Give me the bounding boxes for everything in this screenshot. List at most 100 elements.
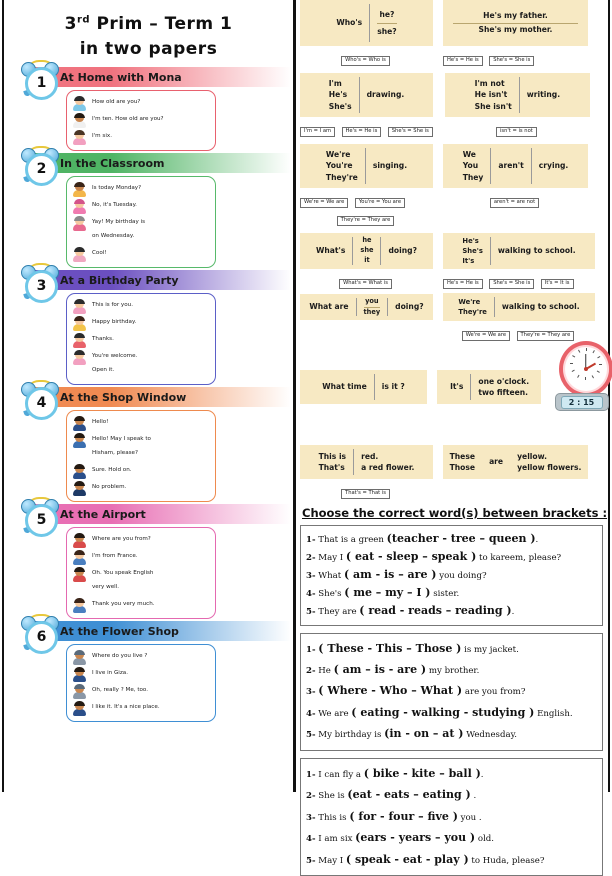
note-were: We're = We are: [300, 198, 348, 208]
gb13-notes: That's = That is: [300, 481, 433, 499]
gb4-notes: isn't = is not: [445, 119, 590, 137]
dialogue-text: Where are you from?: [92, 534, 151, 544]
exercise-item[interactable]: 2- He ( am – is - are ) my brother.: [306, 659, 597, 680]
gb3-stack: I'm He's She's: [322, 78, 359, 112]
exercise-item-suffix: Wednesday.: [463, 730, 517, 740]
title-term: Prim – Term 1: [90, 14, 232, 34]
gb13-red: red.: [361, 451, 414, 462]
gb2-line1: He's my father.: [453, 10, 578, 24]
grammar-box-this-that: This is That's red. a red flower.: [300, 445, 433, 479]
exercise-item[interactable]: 2- May I ( eat - sleep – speak ) to kare…: [306, 548, 597, 566]
dialogue-text: I'm six.: [92, 131, 112, 141]
dialogue-line: Thanks.: [72, 334, 209, 348]
exercise-item-number: 1-: [306, 645, 316, 655]
dialogue-text: Thanks.: [92, 334, 114, 344]
exercise-item[interactable]: 5- My birthday is (in - on – at ) Wednes…: [306, 723, 597, 744]
exercise-item[interactable]: 1- I can fly a ( bike - kite – ball ).: [306, 763, 597, 784]
grammar-group-drawing: I'm He's She's drawing. I'm = I am He's …: [300, 73, 435, 137]
exercise-item-suffix: are you from?: [462, 687, 525, 697]
dialogue-line: I live in Giza.: [72, 668, 209, 682]
exercise-item-suffix: to Huda, please?: [469, 856, 545, 866]
exercise-item[interactable]: 5- They are ( read - reads – reading ).: [306, 602, 597, 620]
speaker-avatar-icon: [72, 365, 87, 379]
gb7-verb: doing?: [381, 245, 424, 256]
exercise-item-choices[interactable]: ( eating - walking - studying ): [351, 706, 534, 719]
dialogue-sections: 1At Home with MonaHow old are you?I'm te…: [6, 67, 291, 722]
gb8-hes: He's: [462, 236, 482, 246]
exercise-item-choices[interactable]: ( These - This – Those ): [318, 642, 461, 655]
exercise-item-choices[interactable]: ( am - is – are ): [344, 568, 437, 581]
exercise-heading: Choose the correct word(s) between brack…: [302, 506, 608, 520]
exercise-item[interactable]: 3- This is ( for - four – five ) you .: [306, 806, 597, 827]
gb4-she-isnt: She isn't: [475, 101, 512, 112]
dialogue-text: You're welcome.: [92, 351, 137, 361]
exercise-item-choices[interactable]: ( am – is - are ): [334, 663, 427, 676]
exercise-item[interactable]: 5- May I ( speak - eat - play ) to Huda,…: [306, 849, 597, 870]
dialogue-line: Hisham, please?: [72, 448, 209, 462]
dialogue-text: Hisham, please?: [92, 448, 138, 458]
dialogue-text: Hello! May I speak to: [92, 434, 151, 444]
speaker-avatar-icon: [72, 183, 87, 197]
gb9-you: you: [364, 297, 381, 307]
exercise-item[interactable]: 3- ( Where - Who – What ) are you from?: [306, 680, 597, 701]
exercise-item-choices[interactable]: ( Where - Who – What ): [318, 684, 462, 697]
exercise-item-choices[interactable]: ( me – my – I ): [344, 586, 430, 599]
exercise-item-suffix: .: [471, 791, 476, 801]
dialogue-line: Is today Monday?: [72, 183, 209, 197]
gb5-youre: You're: [326, 160, 358, 171]
grammar-group-whats-doing: What's he she it doing? What's = What is…: [300, 233, 433, 320]
exercise-item[interactable]: 1- That is a green (teacher - tree – que…: [306, 530, 597, 548]
grammar-row-time: What time is it ? It's one o'clock. two …: [300, 351, 608, 423]
gb4-verb: writing.: [520, 89, 567, 100]
exercise-item[interactable]: 4- She's ( me – my – I ) sister.: [306, 584, 597, 602]
digital-clock-icon: 2 : 15: [555, 393, 609, 411]
dialogue-line: Sure. Hold on.: [72, 465, 209, 479]
exercise-item-choices[interactable]: (in - on – at ): [384, 727, 463, 740]
exercise-item[interactable]: 3- What ( am - is – are ) you doing?: [306, 566, 597, 584]
exercise-item-choices[interactable]: ( bike - kite – ball ): [364, 767, 481, 780]
grammar-group-father-mother: He's my father. She's my mother. He's = …: [443, 0, 588, 66]
alarm-clock-icon: 6: [20, 615, 60, 649]
dialogue-line: Open it.: [72, 365, 209, 379]
dialogue-section-2: 2In the ClassroomIs today Monday?No, it'…: [6, 153, 291, 268]
exercise-item[interactable]: 4- I am six (ears - years – you ) old.: [306, 827, 597, 848]
exercise-item-number: 4-: [306, 834, 316, 844]
grammar-box-singing: We're You're They're singing.: [300, 144, 433, 188]
grammar-row-2: I'm He's She's drawing. I'm = I am He's …: [300, 73, 608, 137]
dialogue-text: on Wednesday.: [92, 231, 134, 241]
dialogue-line: Oh, really ? Me, too.: [72, 685, 209, 699]
gb6-stack: We You They: [456, 149, 491, 183]
exercise-item[interactable]: 4- We are ( eating - walking - studying …: [306, 702, 597, 723]
exercise-item-choices[interactable]: ( read - reads – reading ): [359, 604, 511, 617]
exercise-item[interactable]: 2- She is (eat - eats – eating ) .: [306, 784, 597, 805]
exercise-item-choices[interactable]: (teacher - tree – queen ): [387, 532, 536, 545]
exercise-item-choices[interactable]: ( eat - sleep – speak ): [346, 550, 476, 563]
exercise-item-number: 2-: [306, 553, 316, 563]
exercise-item-choices[interactable]: ( speak - eat - play ): [346, 853, 469, 866]
gb13-right-stack: red. a red flower.: [354, 451, 421, 474]
dialogue-line: I'm from France.: [72, 551, 209, 565]
gb13-this-is: This is: [319, 451, 346, 462]
gb1-she: she?: [377, 23, 396, 37]
gb14-yellow-flowers: yellow flowers.: [517, 462, 581, 473]
right-column: Who's he? she? Who's = Who is He's my fa…: [300, 0, 608, 792]
speaker-avatar-icon: [72, 534, 87, 548]
exercise-item[interactable]: 1- ( These - This – Those ) is my jacket…: [306, 638, 597, 659]
dialogue-section-4: 4At the Shop WindowHello!Hello! May I sp…: [6, 387, 291, 502]
dialogue-text: Where do you live ?: [92, 651, 147, 661]
section-header-5: 5At the Airport: [6, 504, 291, 524]
dialogue-line: very well.: [72, 582, 209, 596]
exercise-item-number: 4-: [306, 589, 316, 599]
note-its: It's = It is: [541, 279, 574, 289]
alarm-clock-icon: 4: [20, 381, 60, 415]
exercise-item-choices[interactable]: (eat - eats – eating ): [347, 788, 470, 801]
gb1-left: Who's: [329, 17, 369, 28]
grammar-row-1: Who's he? she? Who's = Who is He's my fa…: [300, 0, 608, 66]
gb4-im-not: I'm not: [475, 78, 512, 89]
exercise-item-choices[interactable]: (ears - years – you ): [355, 831, 475, 844]
gb3-im: I'm: [329, 78, 352, 89]
exercise-item-choices[interactable]: ( for - four – five ): [349, 810, 458, 823]
dialogue-line: How old are you?: [72, 97, 209, 111]
exercise-item-suffix: .: [481, 770, 484, 780]
alarm-clock-icon: 3: [20, 264, 60, 298]
